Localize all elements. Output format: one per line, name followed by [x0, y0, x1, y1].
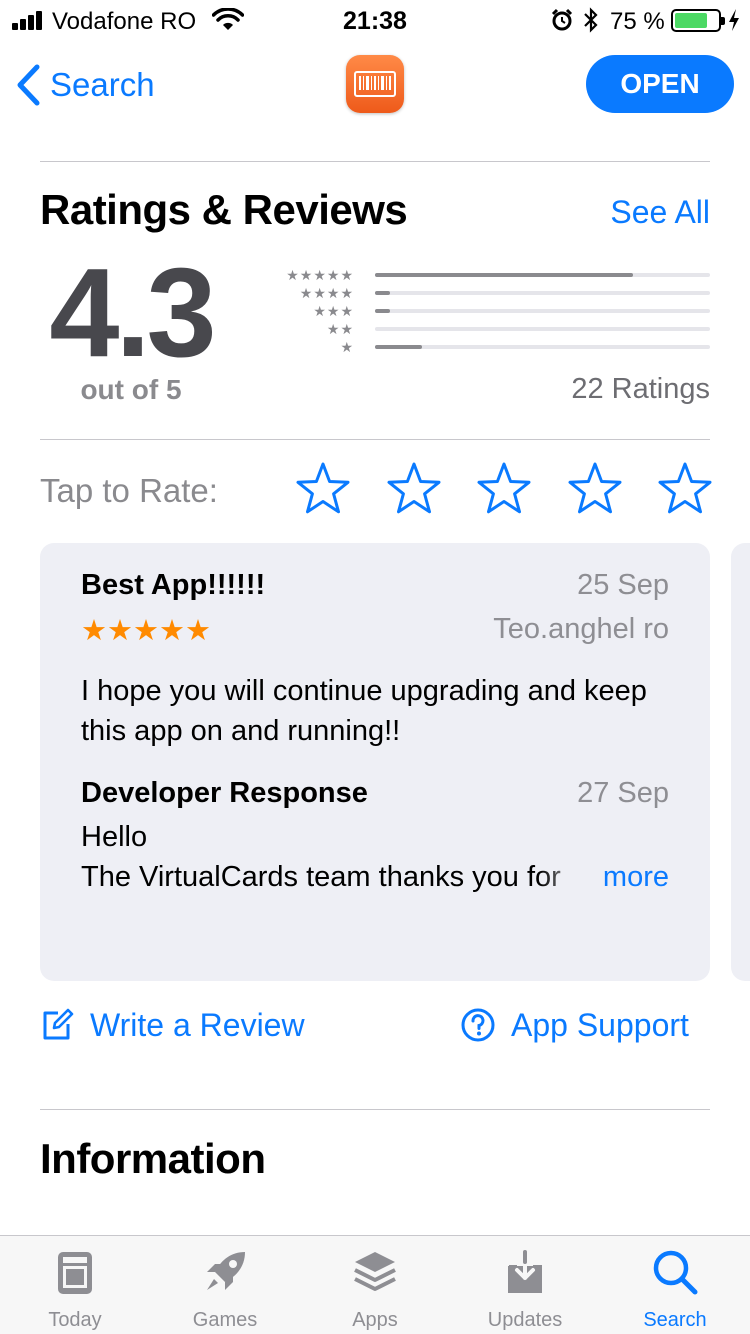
histogram-bar-2 [375, 327, 710, 331]
more-link[interactable]: more [603, 861, 669, 894]
rating-histogram [375, 266, 710, 356]
out-of-label: out of 5 [80, 374, 182, 405]
developer-response-title: Developer Response [81, 777, 368, 809]
back-label: Search [50, 66, 155, 103]
review-body: I hope you will continue upgrading and k… [81, 675, 647, 747]
histogram-stars-3: ★★★ [313, 303, 354, 319]
write-review-button[interactable]: Write a Review [40, 1003, 305, 1047]
histogram-stars-2: ★★ [326, 321, 354, 337]
review-author: Teo.anghel ro [493, 613, 669, 645]
divider [40, 161, 710, 162]
histogram-bar-1 [375, 345, 710, 349]
review-card[interactable]: Best App!!!!!! 25 Sep ★★★★★ Teo.anghel r… [40, 543, 710, 981]
battery-level [675, 13, 707, 28]
status-bar: Vodafone RO 21:38 75 % [0, 0, 750, 42]
tab-search[interactable]: Search [600, 1236, 750, 1334]
barcode-glyph [354, 71, 396, 97]
divider [40, 1109, 710, 1110]
tab-label: Updates [487, 1309, 563, 1331]
divider [40, 439, 710, 440]
histogram-bar-3 [375, 309, 710, 313]
histogram-stars-1: ★ [340, 339, 354, 355]
app-support-button[interactable]: App Support [461, 1003, 689, 1047]
tab-games[interactable]: Games [150, 1236, 300, 1334]
tab-today[interactable]: Today [0, 1236, 150, 1334]
histogram-bar-4 [375, 291, 710, 295]
rate-star-1-icon[interactable] [295, 461, 351, 517]
tab-bar: Today Games Apps Updates Search [0, 1235, 750, 1334]
tab-label: Today [48, 1309, 102, 1331]
review-date: 25 Sep [577, 569, 669, 601]
review-stars: ★★★★★ [81, 615, 211, 647]
battery-icon [671, 9, 725, 32]
tab-updates[interactable]: Updates [450, 1236, 600, 1334]
tap-to-rate-stars [295, 461, 713, 517]
barcode-icon[interactable] [346, 55, 404, 113]
app-support-label: App Support [511, 1006, 689, 1043]
text-fade [540, 861, 590, 901]
see-all-link[interactable]: See All [610, 194, 710, 231]
open-button[interactable]: OPEN [586, 55, 734, 113]
write-review-label: Write a Review [90, 1006, 305, 1043]
histogram-bar-5 [375, 273, 710, 277]
rate-star-4-icon[interactable] [567, 461, 623, 517]
review-title: Best App!!!!!! [81, 569, 266, 601]
information-title: Information [40, 1135, 266, 1182]
tap-to-rate-label: Tap to Rate: [40, 472, 218, 509]
tab-label: Search [643, 1309, 707, 1331]
battery-percent: 75 % [610, 8, 665, 35]
rocket-icon [207, 1252, 245, 1290]
back-button[interactable]: Search [14, 60, 155, 110]
tab-label: Apps [352, 1309, 398, 1331]
ratings-title: Ratings & Reviews [40, 186, 408, 233]
alarm-icon [551, 8, 573, 31]
download-icon [508, 1250, 542, 1293]
rate-star-3-icon[interactable] [476, 461, 532, 517]
histogram-star-labels: ★★★★★ ★★★★ ★★★ ★★ ★ [264, 266, 354, 356]
tab-apps[interactable]: Apps [300, 1236, 450, 1334]
ratings-count: 22 Ratings [571, 373, 710, 405]
question-circle-icon [461, 1008, 495, 1042]
next-review-card[interactable] [731, 543, 750, 981]
chevron-left-icon [17, 64, 40, 106]
rate-star-2-icon[interactable] [386, 461, 442, 517]
developer-response-date: 27 Sep [577, 777, 669, 809]
today-icon [58, 1252, 92, 1294]
histogram-stars-5: ★★★★★ [286, 267, 354, 283]
developer-response-line: The VirtualCards team thanks you for [81, 861, 561, 893]
charging-bolt-icon [729, 9, 739, 31]
bluetooth-icon [584, 7, 598, 33]
developer-response-line: Hello [81, 821, 148, 853]
histogram-stars-4: ★★★★ [299, 285, 354, 301]
average-rating: 4.3 [49, 242, 216, 383]
tab-label: Games [192, 1309, 258, 1331]
rate-star-5-icon[interactable] [657, 461, 713, 517]
search-icon [653, 1250, 698, 1295]
layers-icon [354, 1252, 396, 1291]
compose-icon [43, 1008, 74, 1040]
